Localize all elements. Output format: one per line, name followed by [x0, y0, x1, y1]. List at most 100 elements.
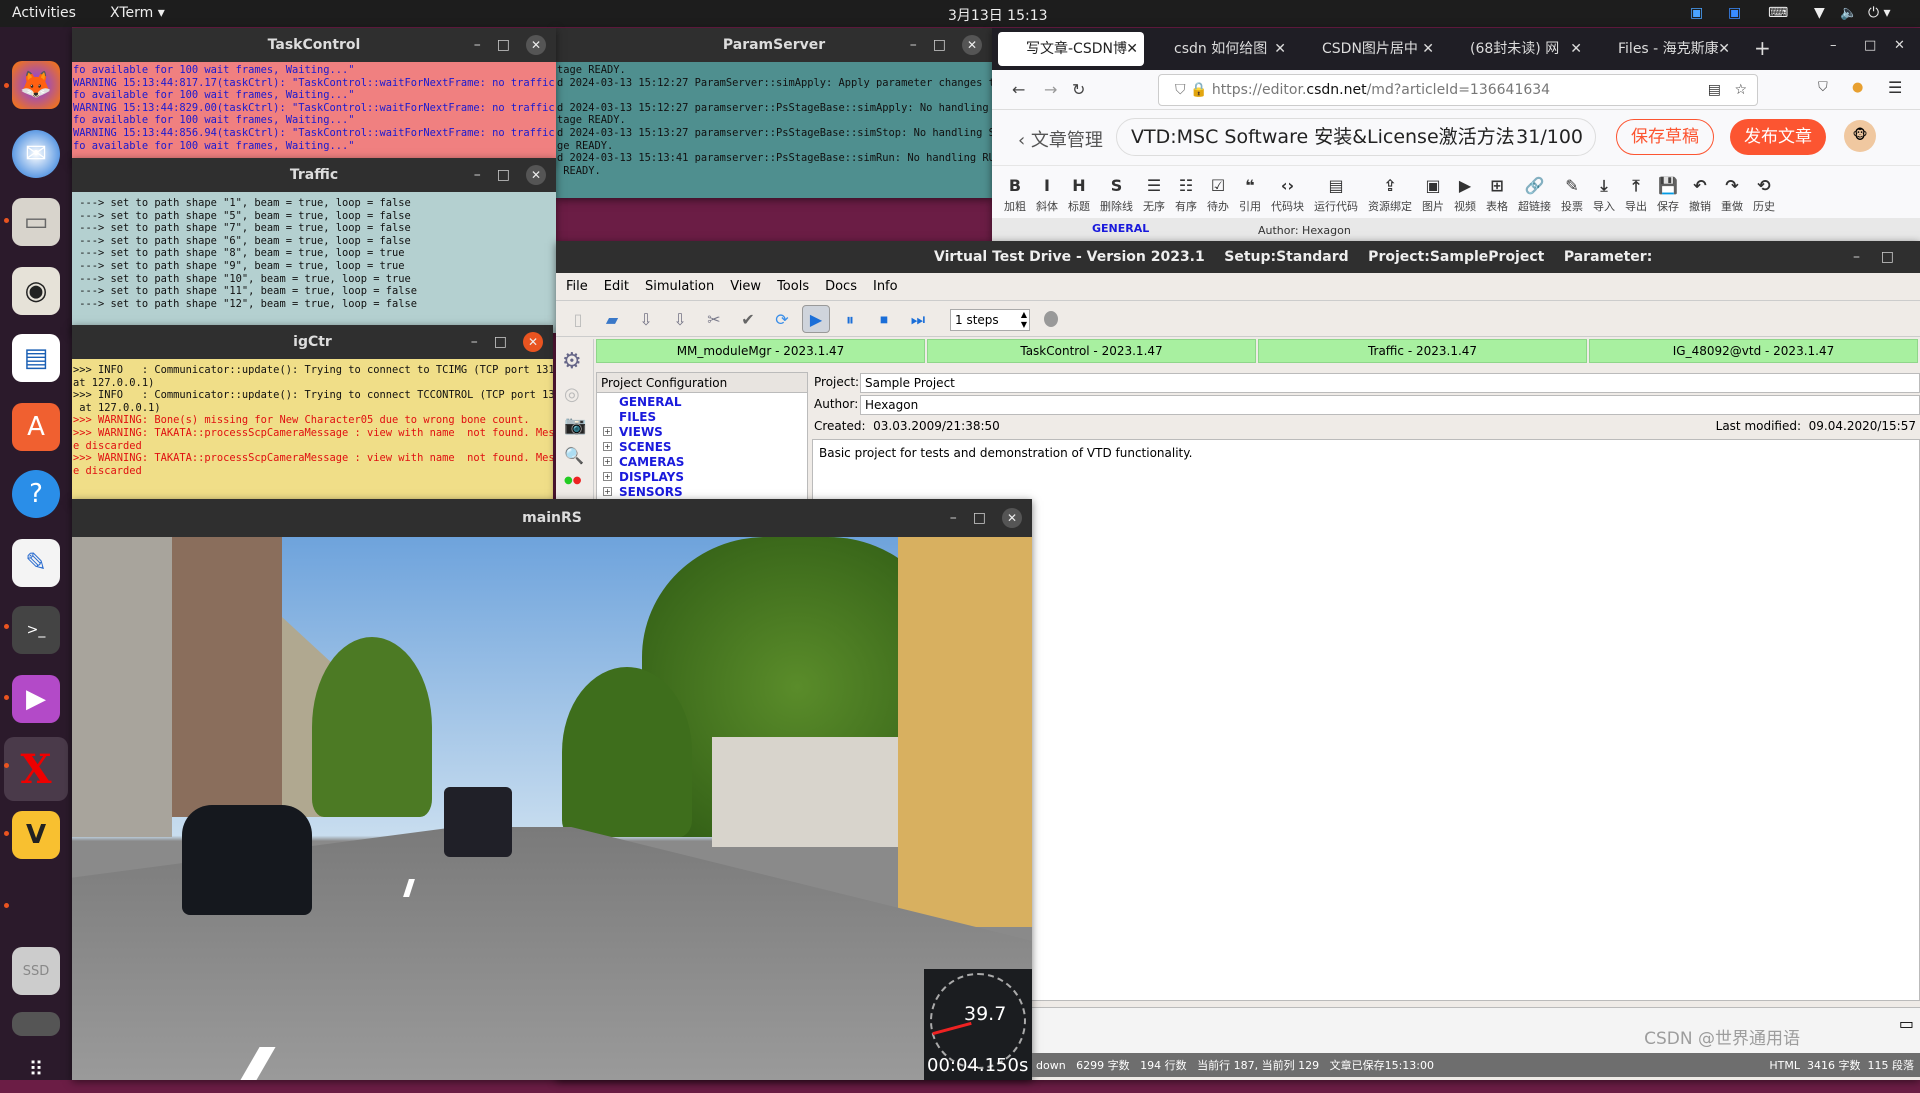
play-icon[interactable]: ▶ [802, 305, 830, 333]
browser-tab[interactable]: CSDN图片居中 ✕ [1294, 32, 1440, 66]
editor-tool-button[interactable]: S 删除线 [1100, 176, 1133, 214]
project-field[interactable]: Sample Project [860, 373, 1920, 393]
editor-tool-button[interactable]: ▤ 运行代码 [1314, 176, 1358, 214]
editor-tool-button[interactable]: ⤓ 导入 [1593, 176, 1615, 214]
maximize-button[interactable]: □ [1864, 38, 1876, 53]
firefox-icon[interactable]: 🦊 [12, 61, 60, 109]
expand-icon[interactable]: + [603, 457, 612, 466]
thunderbird-icon[interactable]: ✉ [12, 130, 60, 178]
check-icon[interactable]: ✔ [734, 306, 762, 334]
browser-tab[interactable]: Files - 海克斯康 ✕ [1590, 32, 1736, 66]
module-status[interactable]: IG_48092@vtd - 2023.1.47 [1589, 339, 1918, 363]
editor-tool-button[interactable]: ⊞ 表格 [1486, 176, 1508, 214]
save-icon[interactable]: ⇩ [632, 306, 660, 334]
tab-close-icon[interactable]: ✕ [1570, 32, 1582, 66]
help-icon[interactable]: ? [12, 470, 60, 518]
editor-tool-button[interactable]: ⟲ 历史 [1753, 176, 1775, 214]
traffic-light-icon[interactable]: ●● [564, 475, 585, 486]
spin-arrows[interactable]: ▲ ▼ [1021, 310, 1027, 330]
editor-tool-button[interactable]: ↷ 重做 [1721, 176, 1743, 214]
refresh-icon[interactable]: ⟳ [768, 306, 796, 334]
save-draft-button[interactable]: 保存草稿 [1616, 119, 1714, 155]
camera-icon[interactable]: 📷 [564, 415, 586, 436]
menu-simulation[interactable]: Simulation [645, 279, 714, 294]
maximize-button[interactable]: □ [973, 499, 986, 537]
tree-item[interactable]: + DISPLAYS [597, 470, 807, 485]
editor-tool-button[interactable]: H 标题 [1068, 176, 1090, 214]
steps-spinbox[interactable]: 1 steps ▲ ▼ [950, 309, 1030, 331]
menu-file[interactable]: File [566, 279, 588, 294]
tab-close-icon[interactable]: ✕ [1126, 32, 1138, 66]
url-bar[interactable]: ⛉ 🔒 https://editor.csdn.net/md?articleId… [1158, 74, 1758, 106]
tab-close-icon[interactable]: ✕ [1422, 32, 1434, 66]
keyboard-icon[interactable]: ⌨ [1768, 5, 1788, 21]
author-field[interactable]: Hexagon [860, 395, 1920, 415]
writer-icon[interactable]: ▤ [12, 334, 60, 382]
panel-toggle-icon[interactable]: ▭ [1899, 1014, 1914, 1033]
minimize-button[interactable]: – [950, 499, 957, 537]
open-icon[interactable]: ▰ [598, 306, 626, 334]
step-icon[interactable]: ⏭ [904, 306, 932, 334]
reload-icon[interactable]: ↻ [1072, 80, 1085, 99]
maximize-button[interactable]: □ [497, 158, 510, 192]
browser-tab[interactable]: csdn 如何给图 ✕ [1146, 32, 1292, 66]
module-status[interactable]: MM_moduleMgr - 2023.1.47 [596, 339, 925, 363]
simulation-viewport[interactable]: 39.7 00:04.150s [72, 537, 1032, 1080]
minimize-button[interactable]: – [474, 28, 481, 62]
module-status[interactable]: Traffic - 2023.1.47 [1258, 339, 1587, 363]
editor-tool-button[interactable]: ⇪ 资源绑定 [1368, 176, 1412, 214]
power-icon[interactable]: ⏻ ▾ [1868, 5, 1891, 21]
terminal-icon[interactable]: >_ [12, 606, 60, 654]
minimize-button[interactable]: – [1830, 38, 1837, 53]
text-editor-icon[interactable]: ✎ [12, 539, 60, 587]
tree-item[interactable]: GENERAL [597, 395, 807, 410]
menu-tools[interactable]: Tools [777, 279, 809, 294]
pocket-icon[interactable]: ⛉ [1818, 80, 1828, 95]
pause-icon[interactable]: ⏸ [836, 306, 864, 334]
maximize-button[interactable]: □ [494, 325, 507, 359]
avatar[interactable]: 🐵 [1844, 120, 1876, 152]
tab-close-icon[interactable]: ✕ [1274, 32, 1286, 66]
tree-item[interactable]: + SCENES [597, 440, 807, 455]
tools-icon[interactable]: ✂ [700, 306, 728, 334]
close-button[interactable]: ✕ [1002, 508, 1022, 528]
maximize-button[interactable]: □ [1881, 241, 1894, 273]
new-tab-button[interactable]: + [1754, 36, 1771, 60]
bookmark-star-icon[interactable]: ☆ [1734, 75, 1747, 105]
publish-button[interactable]: 发布文章 [1730, 119, 1826, 155]
reader-icon[interactable]: ▤ [1708, 75, 1721, 105]
close-button[interactable]: ✕ [526, 35, 546, 55]
save-as-icon[interactable]: ⇩ [666, 306, 694, 334]
maximize-button[interactable]: □ [497, 28, 510, 62]
minimize-button[interactable]: – [1853, 241, 1860, 273]
tree-item[interactable]: FILES [597, 410, 807, 425]
menu-edit[interactable]: Edit [604, 279, 629, 294]
terminal-output[interactable]: >>> INFO : Communicator::update(): Tryin… [72, 359, 553, 503]
tab-close-icon[interactable]: ✕ [1718, 32, 1730, 66]
xterm-icon[interactable]: X [4, 737, 68, 801]
tray-feishu-icon[interactable]: ▣ [1728, 5, 1741, 21]
editor-tool-button[interactable]: ⤒ 导出 [1625, 176, 1647, 214]
rhythmbox-icon[interactable]: ◉ [12, 267, 60, 315]
editor-tool-button[interactable]: ✎ 投票 [1561, 176, 1583, 214]
menu-icon[interactable]: ☰ [1888, 78, 1902, 97]
video-icon[interactable]: ▶ [12, 675, 60, 723]
wifi-icon[interactable]: ▼ [1814, 5, 1825, 21]
module-status[interactable]: TaskControl - 2023.1.47 [927, 339, 1256, 363]
back-to-articles-link[interactable]: ‹ 文章管理 [1018, 126, 1103, 152]
minimize-button[interactable]: – [474, 158, 481, 192]
menu-docs[interactable]: Docs [825, 279, 857, 294]
tree-item[interactable]: + CAMERAS [597, 455, 807, 470]
editor-tool-button[interactable]: ↶ 撤销 [1689, 176, 1711, 214]
close-button[interactable]: ✕ [526, 165, 546, 185]
expand-icon[interactable]: + [603, 487, 612, 496]
stop-icon[interactable]: ⏹ [870, 306, 898, 334]
editor-tool-button[interactable]: ☑ 待办 [1207, 176, 1229, 214]
maximize-button[interactable]: □ [933, 28, 946, 62]
close-button[interactable]: ✕ [962, 35, 982, 55]
extension-icon[interactable]: ● [1852, 80, 1863, 95]
editor-tool-button[interactable]: 🔗 超链接 [1518, 176, 1551, 214]
close-button[interactable]: ✕ [523, 332, 543, 352]
back-icon[interactable]: ← [1012, 80, 1025, 99]
volume-icon[interactable]: 🔈 [1840, 5, 1857, 21]
